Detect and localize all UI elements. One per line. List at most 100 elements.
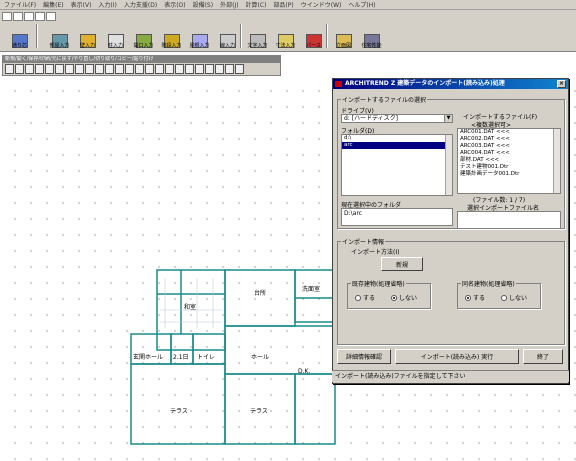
new-file-icon[interactable] [2, 12, 12, 21]
menu-item[interactable]: 編集(E) [43, 0, 63, 9]
palette-button[interactable] [15, 64, 24, 74]
palette-button[interactable] [35, 64, 44, 74]
radio-label: しない [399, 295, 418, 302]
detail-button[interactable]: 詳細情報確認 [337, 349, 391, 364]
palette-button[interactable] [25, 64, 34, 74]
toolbar-button[interactable]: パース [300, 23, 327, 49]
toolbar-button[interactable]: 住宅性能 [358, 23, 385, 49]
palette-button[interactable] [85, 64, 94, 74]
save-icon[interactable] [24, 12, 34, 21]
menu-item[interactable]: ヘルプ(H) [348, 0, 375, 9]
file-item[interactable]: 建築計画データ001.Dtr [458, 171, 560, 178]
toolbar-button[interactable]: 階段入力 [158, 23, 185, 49]
menu-item[interactable]: 部品(P) [273, 0, 293, 9]
palette-button[interactable] [65, 64, 74, 74]
menu-item[interactable]: 設備(S) [193, 0, 214, 9]
exit-button[interactable]: 終了 [523, 349, 563, 364]
menu-item[interactable]: 表示(V) [71, 0, 92, 9]
file-list[interactable]: ARC001.DAT <<< ARC002.DAT <<< ARC003.DAT <… [457, 128, 561, 194]
palette-button[interactable] [165, 64, 174, 74]
toolbar-button[interactable]: 文字入力 [244, 23, 271, 49]
palette-button[interactable] [5, 64, 14, 74]
toolbar-button-label: 部屋入力 [49, 43, 70, 49]
menu-item[interactable]: 入力支援(D) [124, 0, 157, 9]
palette-button[interactable] [175, 64, 184, 74]
palette-button[interactable] [75, 64, 84, 74]
exit-button-label: 終了 [536, 354, 549, 361]
room-label: 洗面室 [302, 286, 321, 293]
import-execute-button[interactable]: インポート(読み込み) 実行 [395, 349, 519, 364]
radio-dot [355, 294, 361, 301]
existing-no-radio[interactable]: しない [391, 293, 417, 302]
palette-button[interactable] [135, 64, 144, 74]
file-item[interactable]: ARC003.DAT <<< [458, 143, 560, 150]
palette-button[interactable] [105, 64, 114, 74]
menu-item[interactable]: 表示(O) [164, 0, 185, 9]
menu-item[interactable]: ファイル(F) [4, 0, 36, 9]
palette-button[interactable] [195, 64, 204, 74]
overwrite-group-label: 同名建物(処理省略) [461, 279, 516, 288]
room-label: 玄関ホール [133, 354, 164, 361]
import-method-button[interactable]: 新規 [381, 257, 423, 271]
menu-item[interactable]: 計算(C) [246, 0, 267, 9]
folder-list[interactable]: d:\ arc [341, 134, 453, 196]
file-item[interactable]: ARC002.DAT <<< [458, 136, 560, 143]
palette-button[interactable] [185, 64, 194, 74]
print-icon[interactable] [35, 12, 45, 21]
room-label: テラス [250, 408, 268, 415]
chevron-down-icon[interactable]: ▼ [444, 115, 452, 122]
overwrite-no-radio[interactable]: しない [501, 293, 527, 302]
file-item[interactable]: テスト建物001.Dtr [458, 164, 560, 171]
toolbar-button-label: 線入力 [219, 43, 235, 49]
radio-label: する [363, 295, 376, 302]
file-item[interactable]: 部材.DAT <<< [458, 157, 560, 164]
undo-icon[interactable] [46, 12, 56, 21]
overwrite-yes-radio[interactable]: する [465, 293, 485, 302]
file-select-group-label: インポートするファイルの選択 [341, 95, 428, 104]
toolbar-button[interactable]: 開口入力 [130, 23, 157, 49]
toolbar-button-label: 階段入力 [161, 43, 182, 49]
toolbar-button[interactable]: 柱入力 [102, 23, 129, 49]
toolbar-button[interactable]: 屋根入力 [186, 23, 213, 49]
room-label: D.K. [298, 368, 311, 375]
toolbar-separator [326, 24, 328, 48]
toolbar-button-label: 壁入力 [79, 43, 95, 49]
drive-select[interactable]: d: [ハードディスク] ▼ [341, 114, 453, 123]
palette-button[interactable] [45, 64, 54, 74]
open-file-icon[interactable] [13, 12, 23, 21]
palette-button[interactable] [145, 64, 154, 74]
toolbar-button[interactable]: 立面図 [330, 23, 357, 49]
file-item[interactable]: ARC004.DAT <<< [458, 150, 560, 157]
toolbar-button-label: 屋根入力 [189, 43, 210, 49]
palette-button[interactable] [55, 64, 64, 74]
close-icon[interactable]: × [557, 80, 566, 88]
palette-button[interactable] [225, 64, 234, 74]
palette-button[interactable] [155, 64, 164, 74]
status-text: インポート(読み込み)ファイルを指定して下さい [335, 373, 466, 380]
folder-list-scrollbar[interactable] [445, 135, 452, 195]
palette-button[interactable] [205, 64, 214, 74]
toolbar-button[interactable]: 部屋入力 [46, 23, 73, 49]
folder-item[interactable]: d:\ [342, 135, 452, 142]
palette-button[interactable] [115, 64, 124, 74]
menu-item[interactable]: 入力(I) [98, 0, 116, 9]
palette-button[interactable] [125, 64, 134, 74]
dialog-title: ARCHITREND Z 建築データのインポート(読み込み)処理 [345, 80, 505, 87]
menu-item[interactable]: ウインドウ(W) [301, 0, 342, 9]
toolbar-button[interactable]: 通り芯 [6, 23, 33, 49]
existing-yes-radio[interactable]: する [355, 293, 375, 302]
menu-item[interactable]: 外部(J) [220, 0, 238, 9]
room-label: テラス [170, 408, 188, 415]
toolbar-button-label: 通り芯 [11, 43, 27, 49]
toolbar-button[interactable]: 壁入力 [74, 23, 101, 49]
palette-button[interactable] [235, 64, 244, 74]
palette-button[interactable] [95, 64, 104, 74]
palette-button[interactable] [215, 64, 224, 74]
file-list-scrollbar[interactable] [553, 129, 560, 193]
room-label: トイレ [197, 354, 216, 361]
toolbar-button[interactable]: 線入力 [214, 23, 241, 49]
current-folder-value: D:\arc [344, 210, 362, 217]
folder-item[interactable]: arc [342, 142, 452, 149]
file-item[interactable]: ARC001.DAT <<< [458, 129, 560, 136]
toolbar-button[interactable]: 寸法入力 [272, 23, 299, 49]
